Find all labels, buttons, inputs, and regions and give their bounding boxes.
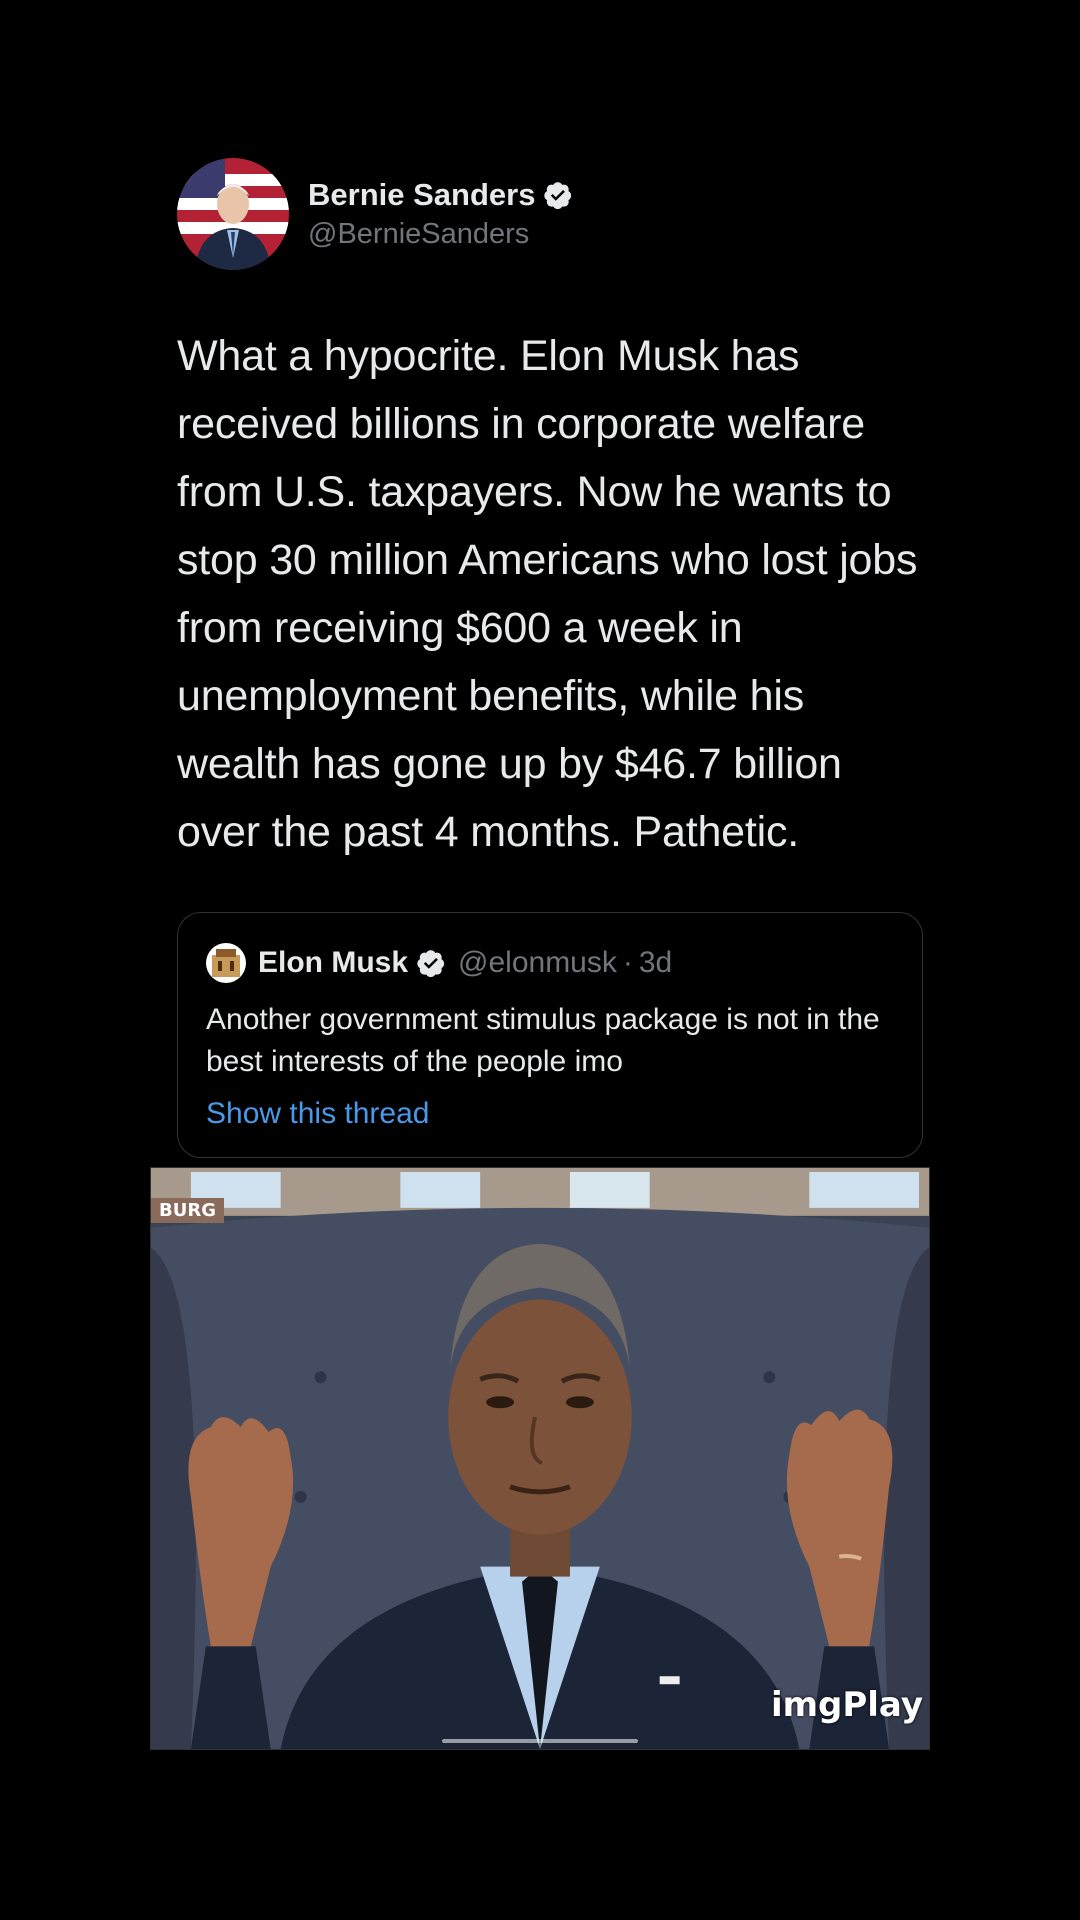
show-thread-link[interactable]: Show this thread [206, 1093, 894, 1135]
name-row: Bernie Sanders [308, 176, 573, 214]
quoted-author-handle: @elonmusk [458, 946, 617, 979]
quoted-tweet-time: 3d [638, 946, 673, 979]
verified-badge-icon [543, 180, 573, 210]
corner-logo: BURG [151, 1198, 224, 1223]
avatar-image [177, 158, 289, 270]
author-handle[interactable]: @BernieSanders [308, 216, 573, 252]
quoted-tweet-header: Elon Musk @elonmusk · 3d [206, 941, 894, 985]
author-names: Bernie Sanders @BernieSanders [308, 176, 573, 252]
media-progress-bar [442, 1739, 638, 1743]
quoted-tweet-text: Another government stimulus package is n… [206, 1003, 880, 1078]
tweet-media-gif[interactable]: BURG imgPlay [150, 1167, 930, 1750]
author-name[interactable]: Bernie Sanders [308, 176, 535, 214]
author-avatar[interactable] [177, 158, 289, 270]
tweet-text: What a hypocrite. Elon Musk has received… [177, 332, 918, 856]
quoted-tweet[interactable]: Elon Musk @elonmusk · 3d Another governm… [177, 912, 923, 1158]
separator-dot: · [622, 946, 633, 979]
tweet-header: Bernie Sanders @BernieSanders [177, 158, 922, 270]
verified-badge-icon [416, 948, 446, 978]
media-image [151, 1168, 929, 1749]
tweet: Bernie Sanders @BernieSanders What a hyp… [177, 158, 923, 1158]
imgplay-watermark: imgPlay [770, 1685, 923, 1725]
quoted-author-avatar [206, 943, 246, 983]
quoted-author-name: Elon Musk [258, 946, 409, 979]
